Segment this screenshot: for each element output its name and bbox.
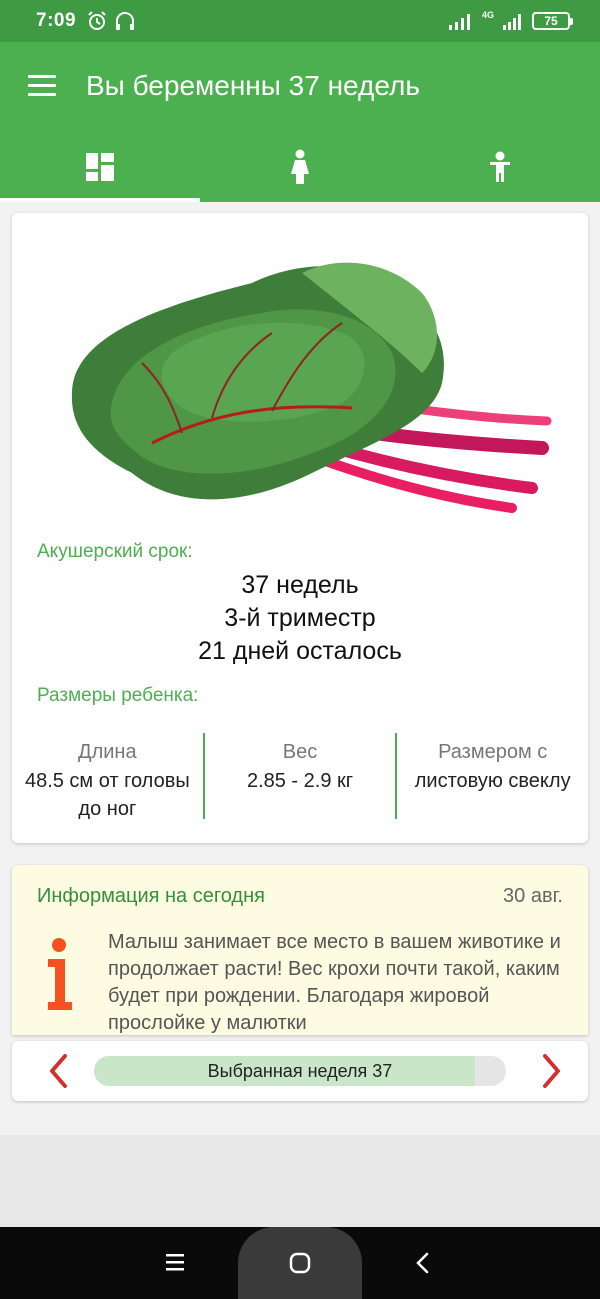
size-length: Длина 48.5 см от головы до ног — [12, 733, 203, 820]
size-weight-title: Вес — [282, 741, 318, 763]
sizes-label: Размеры ребенка: — [37, 685, 199, 706]
status-time: 7:09 — [36, 10, 77, 31]
tab-mother[interactable] — [200, 132, 400, 202]
home-icon[interactable] — [288, 1251, 312, 1275]
term-trimester: 3-й триместр — [224, 604, 376, 632]
week-summary-card: Акушерский срок: 37 недель 3-й триместр … — [12, 213, 588, 843]
tab-dashboard[interactable] — [0, 132, 200, 202]
size-length-title: Длина — [78, 741, 137, 763]
back-icon[interactable] — [412, 1251, 434, 1275]
info-icon — [48, 938, 72, 1010]
selected-week-label: Выбранная неделя 37 — [207, 1061, 393, 1081]
size-compare-value: листовую свеклу — [414, 770, 571, 792]
info-date: 30 авг. — [503, 885, 563, 907]
headphones-icon — [116, 12, 135, 30]
app-bar: Вы беременны 37 недель — [0, 42, 600, 132]
mother-icon — [291, 149, 309, 184]
alarm-icon — [88, 11, 106, 30]
network-type: 4G — [481, 10, 494, 20]
recent-apps-icon[interactable] — [164, 1251, 186, 1273]
size-weight-value: 2.85 - 2.9 кг — [246, 770, 354, 792]
daily-info-card[interactable]: Информация на сегодня 30 авг. Малыш зани… — [12, 865, 588, 1035]
size-compare: Размером с листовую свеклу — [395, 733, 588, 819]
signal-icon — [448, 14, 470, 30]
term-label: Акушерский срок: — [37, 541, 193, 562]
status-bar: 7:09 4G 75 — [0, 0, 600, 42]
term-weeks: 37 недель — [241, 571, 359, 599]
week-navigator: Выбранная неделя 37 — [12, 1041, 588, 1101]
info-title: Информация на сегодня — [37, 885, 265, 907]
week-progress-bar[interactable]: Выбранная неделя 37 — [94, 1056, 506, 1086]
chevron-left-icon — [50, 1054, 67, 1088]
swiss-chard-image — [71, 262, 552, 513]
next-week-button[interactable] — [528, 1041, 576, 1101]
battery-indicator: 75 — [532, 12, 573, 30]
chevron-right-icon — [543, 1054, 560, 1088]
menu-icon[interactable] — [28, 75, 56, 97]
signal-4g-icon — [503, 14, 521, 30]
empty-area — [0, 1135, 600, 1227]
system-navigation-bar — [0, 1227, 600, 1299]
term-details: 37 недель 3-й триместр 21 дней осталось — [12, 569, 588, 668]
tab-bar — [0, 132, 600, 202]
page-title: Вы беременны 37 недель — [86, 70, 420, 101]
previous-week-button[interactable] — [34, 1041, 82, 1101]
tab-baby[interactable] — [400, 132, 600, 202]
status-icons — [86, 10, 136, 32]
size-weight: Вес 2.85 - 2.9 кг — [202, 733, 396, 819]
dashboard-icon — [86, 153, 114, 181]
info-text: Малыш занимает все место в вашем животик… — [108, 931, 561, 1034]
term-days-left: 21 дней осталось — [198, 637, 402, 665]
baby-icon — [490, 151, 510, 182]
size-compare-title: Размером с — [438, 741, 548, 763]
baby-sizes: Длина 48.5 см от головы до ног Вес 2.85 … — [12, 733, 588, 820]
size-length-value: 48.5 см от головы до ног — [24, 770, 190, 820]
